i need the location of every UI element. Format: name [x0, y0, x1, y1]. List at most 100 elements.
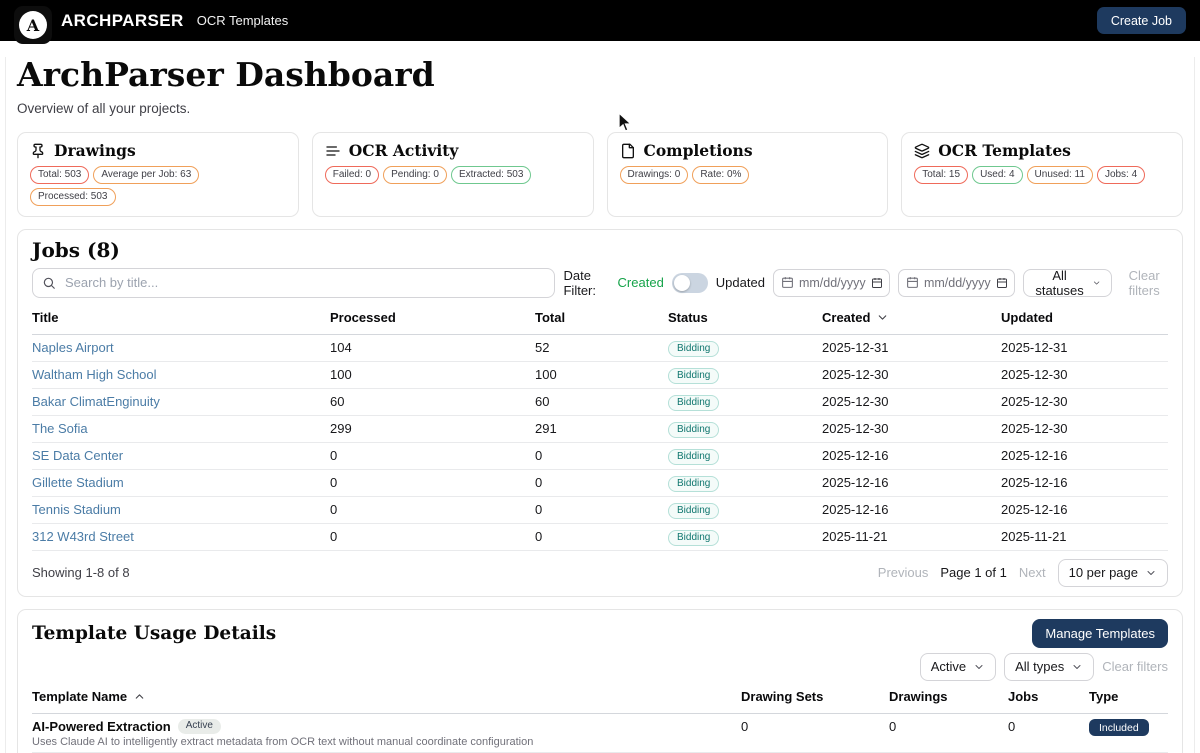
date-filter-toggle[interactable]	[672, 273, 708, 293]
job-title-link[interactable]: Bakar ClimatEnginuity	[32, 394, 160, 409]
job-total: 0	[535, 523, 668, 550]
next-page-button[interactable]: Next	[1019, 565, 1046, 580]
column-header-total[interactable]: Total	[535, 310, 668, 335]
column-header-template-name[interactable]: Template Name	[32, 689, 741, 714]
status-badge: Bidding	[668, 449, 719, 465]
job-total: 0	[535, 469, 668, 496]
manage-templates-button[interactable]: Manage Templates	[1032, 619, 1168, 648]
job-processed: 0	[330, 442, 535, 469]
chevron-down-icon	[973, 661, 985, 673]
table-row: Naples Airport 104 52 Bidding 2025-12-31…	[32, 334, 1168, 361]
template-description: Uses Claude AI to intelligently extract …	[32, 736, 741, 748]
calendar-icon	[906, 276, 919, 289]
types-filter-label: All types	[1015, 659, 1064, 674]
layers-icon	[914, 143, 930, 159]
job-title-link[interactable]: The Sofia	[32, 421, 88, 436]
active-badge: Active	[178, 719, 221, 734]
column-header-title[interactable]: Title	[32, 310, 330, 335]
job-title-link[interactable]: SE Data Center	[32, 448, 123, 463]
template-drawings: 0	[889, 713, 1008, 752]
column-header-created[interactable]: Created	[822, 310, 1001, 335]
job-updated: 2025-12-31	[1001, 334, 1168, 361]
stat-badge: Total: 15	[914, 166, 968, 184]
job-title-link[interactable]: Gillette Stadium	[32, 475, 124, 490]
job-total: 100	[535, 361, 668, 388]
updated-filter-label: Updated	[716, 275, 765, 290]
column-header-updated[interactable]: Updated	[1001, 310, 1168, 335]
job-created: 2025-12-16	[822, 469, 1001, 496]
column-header-type[interactable]: Type	[1089, 689, 1168, 714]
job-processed: 0	[330, 469, 535, 496]
template-name: AI-Powered Extraction	[32, 719, 171, 734]
page-subtitle: Overview of all your projects.	[17, 101, 1183, 116]
create-job-button[interactable]: Create Job	[1097, 7, 1186, 34]
app-logo[interactable]: A ARCHPARSER	[14, 0, 184, 44]
column-header-drawings[interactable]: Drawings	[889, 689, 1008, 714]
job-updated: 2025-12-30	[1001, 361, 1168, 388]
active-filter-dropdown[interactable]: Active	[920, 653, 996, 681]
column-header-jobs[interactable]: Jobs	[1008, 689, 1089, 714]
jobs-table: Title Processed Total Status Created Upd…	[32, 310, 1168, 551]
stat-card-ocr-activity: OCR Activity Failed: 0 Pending: 0 Extrac…	[312, 132, 594, 217]
sort-asc-icon	[133, 690, 146, 703]
clear-filters-button[interactable]: Clear filters	[1102, 659, 1168, 674]
stat-card-title: OCR Templates	[938, 142, 1071, 160]
stat-badge: Rate: 0%	[692, 166, 749, 184]
job-updated: 2025-11-21	[1001, 523, 1168, 550]
job-created: 2025-12-30	[822, 415, 1001, 442]
clear-filters-button[interactable]: Clear filters	[1120, 268, 1168, 298]
job-title-link[interactable]: Naples Airport	[32, 340, 114, 355]
job-title-link[interactable]: Tennis Stadium	[32, 502, 121, 517]
statuses-dropdown-label: All statuses	[1034, 268, 1085, 298]
calendar-picker-icon[interactable]	[996, 277, 1008, 289]
templates-table: Template Name Drawing Sets Drawings Jobs…	[32, 689, 1168, 753]
job-processed: 104	[330, 334, 535, 361]
status-badge: Bidding	[668, 530, 719, 546]
chevron-down-icon	[1092, 277, 1101, 289]
job-total: 60	[535, 388, 668, 415]
statuses-dropdown[interactable]: All statuses	[1023, 269, 1112, 297]
table-row: AI-Powered Extraction Active Uses Claude…	[32, 713, 1168, 752]
stat-badge: Extracted: 503	[451, 166, 531, 184]
column-header-status[interactable]: Status	[668, 310, 822, 335]
table-row: The Sofia 299 291 Bidding 2025-12-30 202…	[32, 415, 1168, 442]
page-title: ArchParser Dashboard	[17, 57, 1183, 94]
jobs-filter-row: Date Filter: Created Updated mm/dd/yyyy …	[32, 268, 1168, 298]
table-row: Tennis Stadium 0 0 Bidding 2025-12-16 20…	[32, 496, 1168, 523]
job-total: 291	[535, 415, 668, 442]
calendar-picker-icon[interactable]	[871, 277, 883, 289]
file-icon	[620, 143, 636, 159]
stat-card-title: OCR Activity	[349, 142, 459, 160]
pin-icon	[30, 143, 46, 159]
date-to-input[interactable]: mm/dd/yyyy	[898, 269, 1015, 297]
table-row: SE Data Center 0 0 Bidding 2025-12-16 20…	[32, 442, 1168, 469]
type-badge: Included	[1089, 719, 1149, 736]
table-row: Waltham High School 100 100 Bidding 2025…	[32, 361, 1168, 388]
column-header-drawing-sets[interactable]: Drawing Sets	[741, 689, 889, 714]
template-jobs: 0	[1008, 713, 1089, 752]
table-row: Gillette Stadium 0 0 Bidding 2025-12-16 …	[32, 469, 1168, 496]
job-title-link[interactable]: Waltham High School	[32, 367, 157, 382]
main-content: ArchParser Dashboard Overview of all you…	[5, 57, 1195, 753]
archparser-logo-icon: A	[14, 6, 52, 44]
search-input[interactable]	[32, 268, 555, 298]
types-filter-dropdown[interactable]: All types	[1004, 653, 1094, 681]
jobs-panel: Jobs (8) Date Filter: Created Updated mm…	[17, 229, 1183, 597]
job-title-link[interactable]: 312 W43rd Street	[32, 529, 134, 544]
stat-badge: Drawings: 0	[620, 166, 689, 184]
job-total: 0	[535, 442, 668, 469]
job-processed: 0	[330, 523, 535, 550]
stat-badge: Jobs: 4	[1097, 166, 1145, 184]
status-badge: Bidding	[668, 368, 719, 384]
date-filter-label: Date Filter:	[563, 268, 609, 298]
table-row: 312 W43rd Street 0 0 Bidding 2025-11-21 …	[32, 523, 1168, 550]
per-page-dropdown[interactable]: 10 per page	[1058, 559, 1168, 587]
column-header-processed[interactable]: Processed	[330, 310, 535, 335]
job-created: 2025-11-21	[822, 523, 1001, 550]
template-usage-title: Template Usage Details	[32, 623, 276, 644]
date-to-value: mm/dd/yyyy	[924, 276, 991, 290]
date-from-input[interactable]: mm/dd/yyyy	[773, 269, 890, 297]
stat-card-ocr-templates: OCR Templates Total: 15 Used: 4 Unused: …	[901, 132, 1183, 217]
previous-page-button[interactable]: Previous	[878, 565, 929, 580]
jobs-title: Jobs (8)	[32, 239, 1168, 261]
